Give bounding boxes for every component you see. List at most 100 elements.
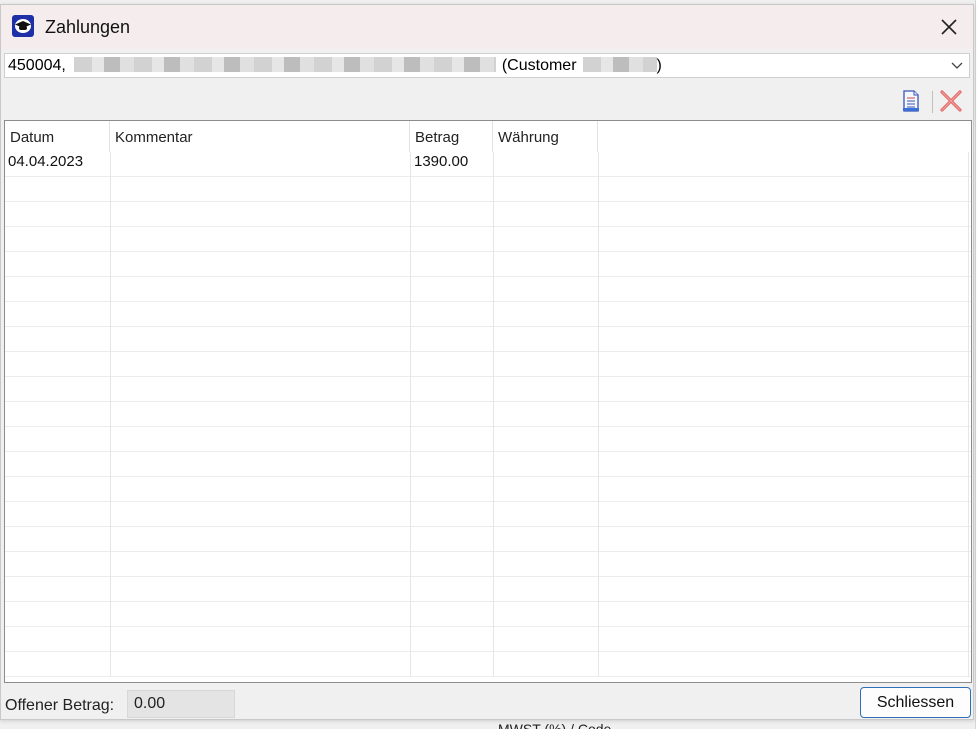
table-cell [494, 152, 599, 177]
table-row[interactable] [5, 402, 971, 427]
table-cell [411, 427, 494, 452]
table-cell [111, 277, 411, 302]
table-row[interactable] [5, 577, 971, 602]
column-header-betrag[interactable]: Betrag [410, 121, 493, 152]
table-cell [111, 152, 411, 177]
table-cell [5, 627, 111, 652]
table-cell [494, 527, 599, 552]
table-cell [5, 652, 111, 677]
table-cell [494, 227, 599, 252]
table-row[interactable] [5, 352, 971, 377]
table-cell [494, 302, 599, 327]
table-cell [111, 402, 411, 427]
close-dialog-button[interactable]: Schliessen [860, 687, 971, 718]
table-cell [494, 202, 599, 227]
table-row[interactable] [5, 527, 971, 552]
customer-select[interactable]: 450004, (Customer) [4, 53, 970, 78]
table-cell [411, 377, 494, 402]
table-cell [411, 302, 494, 327]
table-cell [5, 277, 111, 302]
table-cell [411, 252, 494, 277]
table-row[interactable] [5, 602, 971, 627]
table-header: Datum Kommentar Betrag Währung [5, 121, 971, 152]
table-cell [411, 652, 494, 677]
window-close-button[interactable] [927, 11, 971, 43]
table-row[interactable] [5, 477, 971, 502]
table-cell [599, 427, 969, 452]
table-cell [494, 502, 599, 527]
table-cell [494, 477, 599, 502]
delete-payment-button[interactable] [939, 89, 963, 113]
table-row[interactable] [5, 552, 971, 577]
table-cell [5, 477, 111, 502]
toolbar-separator [932, 91, 933, 113]
redacted-customer-id [582, 57, 657, 72]
table-cell [5, 402, 111, 427]
table-cell [599, 527, 969, 552]
table-cell [494, 402, 599, 427]
table-cell [599, 277, 969, 302]
redacted-customer-name [73, 57, 496, 72]
table-cell [111, 177, 411, 202]
table-cell [411, 577, 494, 602]
table-row[interactable] [5, 202, 971, 227]
customer-label: (Customer [501, 57, 577, 74]
table-cell [411, 502, 494, 527]
table-cell [5, 327, 111, 352]
table-cell [111, 627, 411, 652]
table-row[interactable] [5, 452, 971, 477]
table-cell [411, 552, 494, 577]
table-row[interactable] [5, 427, 971, 452]
title-bar[interactable]: Zahlungen [1, 5, 973, 49]
chevron-down-icon [951, 62, 963, 69]
table-cell [411, 452, 494, 477]
table-cell [5, 552, 111, 577]
table-row[interactable] [5, 627, 971, 652]
column-header-waehrung[interactable]: Währung [493, 121, 598, 152]
table-cell [599, 352, 969, 377]
customer-select-value: 450004, (Customer) [8, 57, 662, 75]
table-row[interactable] [5, 327, 971, 352]
table-cell [5, 202, 111, 227]
table-cell [494, 552, 599, 577]
table-cell [494, 277, 599, 302]
table-cell [5, 452, 111, 477]
table-cell [599, 227, 969, 252]
new-document-icon [903, 90, 919, 112]
table-cell: 04.04.2023 [5, 152, 111, 177]
table-row[interactable] [5, 302, 971, 327]
table-cell [111, 452, 411, 477]
table-cell [599, 452, 969, 477]
table-cell [599, 402, 969, 427]
table-cell [599, 152, 969, 177]
app-logo-icon [12, 15, 34, 37]
table-cell [411, 602, 494, 627]
payments-dialog: Zahlungen 450004, (Customer) Datum Komme… [0, 4, 974, 720]
table-cell [599, 477, 969, 502]
table-cell [111, 352, 411, 377]
window-title: Zahlungen [45, 17, 131, 37]
table-cell [494, 627, 599, 652]
new-payment-button[interactable] [899, 89, 923, 113]
column-header-datum[interactable]: Datum [5, 121, 110, 152]
table-cell [111, 602, 411, 627]
table-row[interactable]: 04.04.2023 1390.00 [5, 152, 971, 177]
table-cell [494, 652, 599, 677]
column-header-kommentar[interactable]: Kommentar [110, 121, 410, 152]
table-row[interactable] [5, 227, 971, 252]
table-row[interactable] [5, 177, 971, 202]
table-row[interactable] [5, 652, 971, 677]
table-cell: 1390.00 [411, 152, 494, 177]
table-cell [411, 202, 494, 227]
table-row[interactable] [5, 502, 971, 527]
table-cell [111, 302, 411, 327]
table-cell [5, 527, 111, 552]
table-cell [599, 377, 969, 402]
table-cell [411, 527, 494, 552]
table-row[interactable] [5, 277, 971, 302]
table-row[interactable] [5, 377, 971, 402]
table-row[interactable] [5, 252, 971, 277]
table-cell [411, 227, 494, 252]
payments-table[interactable]: Datum Kommentar Betrag Währung 04.04.202… [4, 120, 972, 683]
table-cell [411, 402, 494, 427]
